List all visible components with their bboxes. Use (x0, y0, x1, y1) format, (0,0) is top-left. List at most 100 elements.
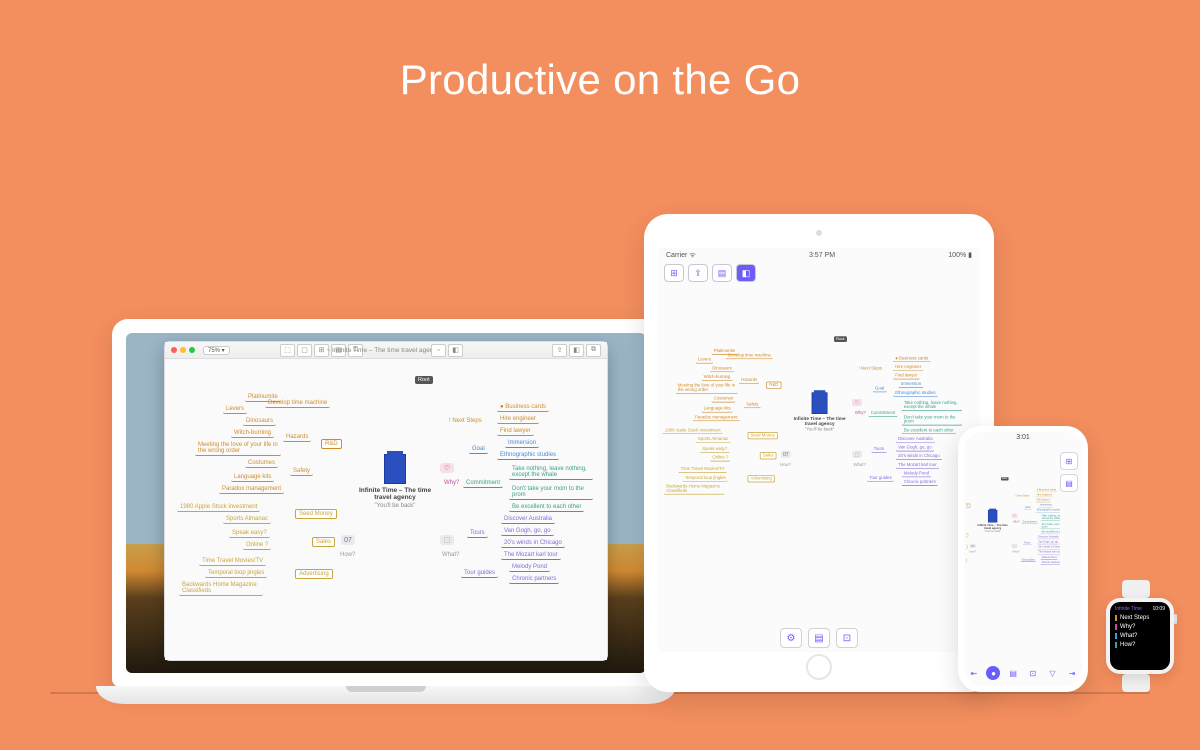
node-vangogh[interactable]: Van Gogh, go, go (501, 527, 554, 536)
why-pill[interactable]: ♡ (1012, 514, 1018, 518)
watch-item[interactable]: Why? (1115, 624, 1165, 630)
why-pill[interactable]: ♡ (440, 463, 454, 473)
node-goal[interactable]: Goal (469, 445, 488, 454)
watch-crown[interactable] (1174, 614, 1177, 624)
node-hire-engineer[interactable]: Hire engineer (893, 364, 923, 370)
node-biz-cards[interactable]: ● Business cards (893, 356, 930, 362)
iphone-back-icon[interactable]: ⇤ (967, 666, 981, 680)
watch-item[interactable]: Next Steps (1115, 615, 1165, 621)
ipad-share-icon[interactable]: ⇪ (688, 264, 708, 282)
node-hazards[interactable]: Hazards (739, 377, 759, 383)
node-excellent[interactable]: Be excellent to each other (1040, 530, 1060, 534)
cat-seed-money[interactable]: Seed Money (295, 509, 337, 519)
node-tours[interactable]: Tours (1023, 541, 1032, 545)
iphone-mindmap-canvas[interactable]: Root Infinite Time – The time travel age… (966, 450, 1060, 664)
node-what[interactable]: What? (1011, 551, 1021, 554)
node-commitment[interactable]: Commitment (463, 479, 503, 488)
node-mozart[interactable]: The Mozart karl tour (1037, 551, 1060, 555)
node-why[interactable]: Why? (1012, 520, 1021, 523)
cat-sales[interactable]: Sales (760, 452, 777, 459)
node-paradox[interactable]: Paradox management (693, 415, 740, 421)
node-online[interactable]: Online ? (710, 455, 730, 461)
node-goal[interactable]: Goal (873, 386, 886, 392)
node-find-lawyer[interactable]: Find lawyer (1035, 499, 1050, 503)
cat-rd[interactable]: R&D (766, 382, 781, 389)
share-icon[interactable]: ⇪ (552, 344, 567, 357)
node-dinosaurs[interactable]: Dinosaurs (710, 366, 734, 372)
watch-list[interactable]: Next StepsWhy?What?How? (1115, 615, 1165, 648)
node-how[interactable]: How? (968, 551, 977, 554)
sidebar-icon[interactable]: ⧉ (586, 344, 601, 357)
ipad-documents-icon[interactable]: ⊞ (664, 264, 684, 282)
center-node[interactable]: Infinite Time – The time travel agency "… (355, 454, 435, 509)
cat-advertising[interactable]: Advertising (295, 569, 333, 579)
center-node[interactable]: Infinite Time – The time travel agency "… (976, 510, 1010, 533)
node-chronic[interactable]: Chronic partners (509, 575, 559, 584)
node-meeting-love[interactable]: Meeting the love of your life in the wro… (676, 383, 738, 394)
node-vangogh[interactable]: Van Gogh, go, go (896, 445, 934, 451)
cat-rd[interactable]: R&D (966, 504, 970, 508)
node-speak-easy[interactable]: Speak easy? (700, 446, 729, 452)
ipad-add-icon[interactable]: ⊡ (836, 628, 858, 648)
node-mom-prom[interactable]: Don't take your mom to the prom (902, 415, 962, 426)
node-witch[interactable]: Witch-burning (702, 374, 733, 380)
node-commitment[interactable]: Commitment (869, 410, 898, 416)
node-commitment[interactable]: Commitment (1021, 520, 1038, 524)
node-levers[interactable]: Levers (223, 405, 247, 414)
node-safety[interactable]: Safety (290, 467, 313, 476)
node-jingles[interactable]: Temporal loop jingles (683, 475, 728, 481)
node-tour-guides[interactable]: Tour guides (461, 569, 498, 578)
node-take-nothing[interactable]: Take nothing, leave nothing, except the … (1040, 515, 1060, 521)
node-magazine[interactable]: Backwards Home Magazine Classifieds (664, 484, 724, 495)
node-chronic[interactable]: Chronic partners (1040, 561, 1060, 565)
node-chicago[interactable]: 20's winds in Chicago (896, 454, 942, 460)
node-tour-guides[interactable]: Tour guides (1020, 558, 1036, 562)
node-ethno[interactable]: Ethnographic studies (893, 390, 938, 396)
node-biz-cards[interactable]: ● Business cards (1035, 488, 1057, 492)
node-develop[interactable]: Develop time machine (726, 353, 773, 359)
node-paradox[interactable]: Paradox management (219, 485, 284, 494)
ipad-outline-icon[interactable]: ▤ (712, 264, 732, 282)
node-take-nothing[interactable]: Take nothing, leave nothing, except the … (902, 400, 962, 411)
node-melody[interactable]: Melody Pond (902, 471, 932, 477)
node-biz-cards[interactable]: ● Business cards (497, 403, 549, 412)
watch-screen[interactable]: Infinite Time 10:09 Next StepsWhy?What?H… (1110, 602, 1170, 670)
node-next-steps[interactable]: ! Next Steps (1014, 494, 1030, 497)
node-online[interactable]: Online ? (243, 541, 271, 550)
ipad-style-icon[interactable]: ▤ (808, 628, 830, 648)
node-costumes[interactable]: Costumes (712, 396, 736, 402)
node-how[interactable]: How? (778, 462, 793, 468)
node-immersion[interactable]: Immersion (1039, 504, 1053, 508)
iphone-forward-icon[interactable]: ⇥ (1065, 666, 1079, 680)
node-tours[interactable]: Tours (467, 529, 488, 538)
node-why[interactable]: Why? (441, 479, 462, 487)
node-mozart[interactable]: The Mozart karl tour (896, 462, 939, 468)
toolbar-outline-icon[interactable]: ▫ (431, 344, 446, 357)
node-chicago[interactable]: 20's winds in Chicago (501, 539, 565, 548)
node-goal[interactable]: Goal (1024, 506, 1032, 510)
node-mom-prom[interactable]: Don't take your mom to the prom (509, 485, 593, 500)
node-almanac[interactable]: Sports Almanac (696, 436, 731, 442)
node-magazine[interactable]: Backwards Home Magazine Classifieds (179, 581, 263, 596)
cat-advertising[interactable]: Advertising (748, 475, 775, 482)
watch-item[interactable]: How? (1115, 642, 1165, 648)
ipad-inspector-icon[interactable]: ◧ (736, 264, 756, 282)
iphone-add-icon[interactable]: ● (986, 666, 1000, 680)
ipad-settings-icon[interactable]: ⚙ (780, 628, 802, 648)
node-language[interactable]: Language kits (702, 406, 733, 412)
node-ethno[interactable]: Ethnographic studies (497, 451, 559, 460)
node-excellent[interactable]: Be excellent to each other (902, 428, 956, 434)
node-excellent[interactable]: Be excellent to each other (509, 503, 584, 512)
root-chip[interactable]: Root (834, 336, 847, 342)
node-australia[interactable]: Discover Australia (501, 515, 555, 524)
node-hire-engineer[interactable]: Hire engineer (1035, 494, 1053, 498)
node-vangogh[interactable]: Van Gogh, go, go (1037, 541, 1059, 545)
root-chip[interactable]: Root (1001, 477, 1008, 480)
how-pill[interactable]: 07 (970, 544, 976, 548)
cat-rd[interactable]: R&D (321, 439, 342, 449)
how-pill[interactable]: 07 (781, 451, 791, 458)
node-why[interactable]: Why? (853, 410, 868, 416)
cat-sales[interactable]: Sales (312, 537, 335, 547)
mindmap-canvas[interactable]: Root Infinite Time – The time travel age… (165, 359, 607, 660)
node-tours[interactable]: Tours (871, 446, 886, 452)
